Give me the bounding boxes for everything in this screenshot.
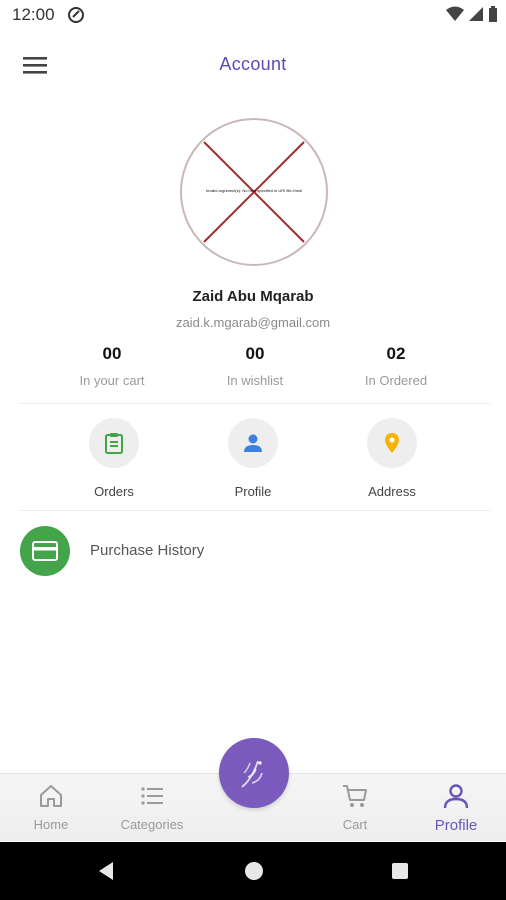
app-bar: Account xyxy=(0,40,506,92)
recents-icon[interactable] xyxy=(389,860,411,882)
brand-logo-icon xyxy=(241,760,263,788)
back-icon[interactable] xyxy=(95,860,117,882)
profile-button[interactable]: Profile xyxy=(193,418,313,499)
orders-button[interactable]: Orders xyxy=(54,418,174,499)
orders-icon-circle xyxy=(89,418,139,468)
cart-icon xyxy=(343,785,367,807)
orders-label: Orders xyxy=(94,484,134,499)
profile-icon-circle xyxy=(228,418,278,468)
stat-label: In your cart xyxy=(79,373,145,388)
purchase-history-item[interactable]: Purchase History xyxy=(20,526,490,576)
status-bar: 12:00 xyxy=(0,0,506,32)
system-nav-bar xyxy=(0,842,506,900)
nav-categories[interactable]: Categories xyxy=(112,782,192,832)
nav-categories-label: Categories xyxy=(120,817,184,832)
center-home-button[interactable] xyxy=(219,738,289,808)
avatar-error-text: Invalid argument(s): No host specified i… xyxy=(205,188,303,193)
avatar[interactable]: Invalid argument(s): No host specified i… xyxy=(180,118,328,266)
home-icon xyxy=(40,785,62,807)
nav-home[interactable]: Home xyxy=(11,782,91,832)
divider xyxy=(20,403,490,404)
stat-wishlist[interactable]: 00 In wishlist xyxy=(185,344,325,388)
stat-cart[interactable]: 00 In your cart xyxy=(42,344,182,388)
clipboard-icon xyxy=(105,433,123,454)
battery-icon xyxy=(489,6,497,22)
wifi-icon xyxy=(446,6,464,21)
divider xyxy=(20,510,490,511)
stat-label: In wishlist xyxy=(226,373,284,388)
nav-profile[interactable]: Profile xyxy=(416,782,496,834)
list-icon xyxy=(141,787,163,805)
stat-value: 00 xyxy=(102,344,122,363)
nav-cart-label: Cart xyxy=(342,817,368,832)
purchase-history-icon-circle xyxy=(20,526,70,576)
status-icons xyxy=(446,6,498,22)
person-outline-icon xyxy=(443,784,469,809)
stat-ordered[interactable]: 02 In Ordered xyxy=(326,344,466,388)
stat-value: 00 xyxy=(245,344,265,363)
home-circle-icon[interactable] xyxy=(243,860,265,882)
user-name: Zaid Abu Mqarab xyxy=(192,288,314,305)
stat-value: 02 xyxy=(386,344,406,363)
user-email: zaid.k.mgarab@gmail.com xyxy=(175,315,331,330)
person-icon xyxy=(244,434,262,452)
nav-home-label: Home xyxy=(33,817,69,832)
data-saver-icon xyxy=(67,6,85,29)
stat-label: In Ordered xyxy=(364,373,428,388)
purchase-history-label: Purchase History xyxy=(90,542,205,559)
address-label: Address xyxy=(368,484,416,499)
location-pin-icon xyxy=(385,433,399,453)
signal-icon xyxy=(469,7,483,21)
nav-profile-label: Profile xyxy=(434,817,478,834)
status-time: 12:00 xyxy=(12,5,55,24)
page-title: Account xyxy=(219,54,287,74)
address-icon-circle xyxy=(367,418,417,468)
stats-row: 00 In your cart 00 In wishlist 02 In Ord… xyxy=(20,344,490,400)
nav-cart[interactable]: Cart xyxy=(315,782,395,832)
credit-card-icon xyxy=(32,541,58,561)
profile-label: Profile xyxy=(234,484,272,499)
address-button[interactable]: Address xyxy=(332,418,452,499)
